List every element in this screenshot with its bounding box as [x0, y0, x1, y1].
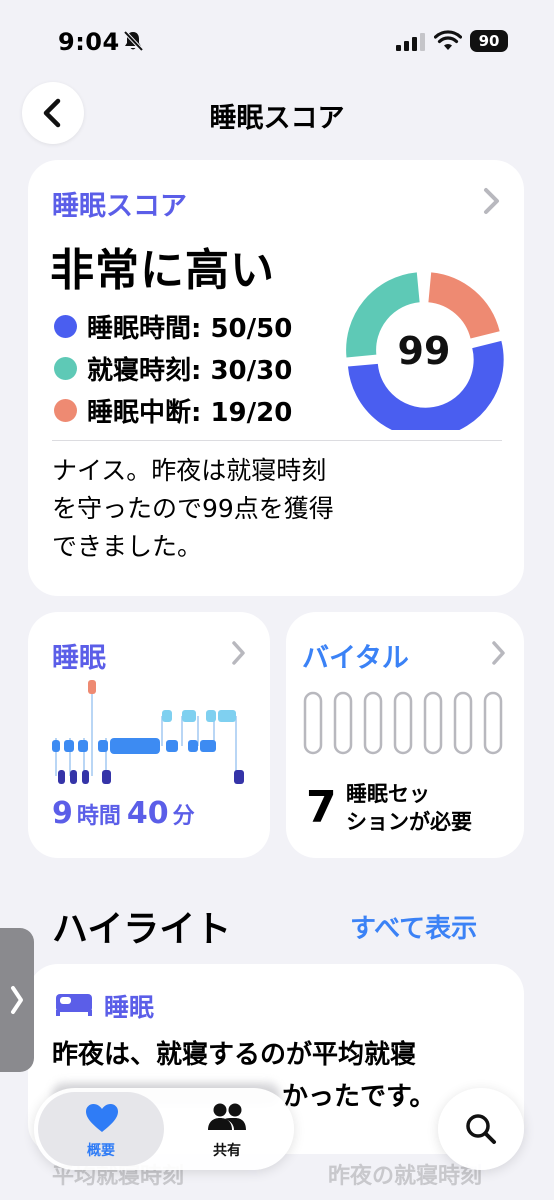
search-icon: [466, 1114, 496, 1144]
highlight-card-title: 睡眠: [104, 993, 155, 1022]
note-line: 睡眠セッ: [346, 782, 430, 806]
score-rating: 非常に高い: [50, 245, 275, 296]
legend-dot: [54, 357, 77, 380]
sleep-duration: 9 時間 40 分: [52, 796, 195, 831]
message-line: を守ったので99点を獲得: [52, 494, 334, 523]
message-line: ナイス。昨夜は就寝時刻: [52, 456, 327, 485]
score-message: ナイス。昨夜は就寝時刻 を守ったので99点を獲得 できました。: [52, 452, 432, 566]
highlights-title: ハイライト: [52, 909, 232, 950]
stage-rem-bar: [182, 710, 196, 722]
stage-core-bar: [188, 740, 198, 752]
chevron-right-icon: [484, 188, 499, 214]
legend-label: 睡眠時間: 50/50: [87, 314, 293, 344]
tab-summary[interactable]: 概要: [38, 1092, 164, 1166]
legend-sleep-duration: 睡眠時間: 50/50: [54, 308, 292, 345]
page-title: 睡眠スコア: [209, 103, 345, 134]
side-handle[interactable]: [0, 928, 34, 1072]
sleep-stages-chart: [52, 680, 244, 784]
stage-rem-bar: [218, 710, 236, 722]
stage-core-bar: [64, 740, 74, 752]
tab-bar: 概要 共有: [34, 1088, 294, 1170]
duration-minutes-unit: 分: [172, 804, 195, 829]
bed-icon: [56, 994, 92, 1016]
stage-deep-bar: [58, 770, 65, 784]
legend-label: 就寝時刻: 30/30: [87, 356, 293, 386]
legend-interruptions: 睡眠中断: 19/20: [54, 392, 292, 429]
stage-awake-bar: [88, 680, 96, 694]
silent-bell-icon: [123, 30, 144, 52]
search-button[interactable]: [438, 1088, 524, 1170]
stage-rem-bar: [206, 710, 216, 722]
status-time: 9:04: [58, 28, 120, 56]
chevron-right-icon: [492, 641, 505, 665]
legend-dot: [54, 399, 77, 422]
score-divider: [52, 440, 502, 441]
stage-core-bar: [52, 740, 60, 752]
tab-summary-label: 概要: [87, 1143, 115, 1159]
stage-core-bar: [110, 738, 160, 754]
highlight-line2-visible: かったです。: [282, 1082, 436, 1112]
stage-core-bar: [78, 740, 88, 752]
people-icon: [208, 1103, 246, 1130]
ring-segment-interruptions: [427, 272, 500, 340]
heart-icon: [86, 1104, 118, 1132]
vitals-sessions-count: 7: [306, 782, 337, 833]
note-line: ションが必要: [346, 810, 472, 834]
stage-core-bar: [200, 740, 216, 752]
duration-minutes: 40: [126, 796, 169, 831]
legend-dot: [54, 315, 77, 338]
stage-deep-bar: [234, 770, 244, 784]
duration-hours: 9: [52, 796, 73, 831]
cellular-signal-icon: [396, 33, 425, 51]
vitals-placeholder-bars: [303, 691, 503, 755]
chevron-right-icon: [11, 986, 23, 1014]
legend-label: 睡眠中断: 19/20: [87, 398, 293, 428]
score-value: 99: [398, 329, 451, 373]
duration-hours-unit: 時間: [76, 804, 121, 829]
sleep-card-title: 睡眠: [52, 643, 106, 674]
vitals-card-title: バイタル: [302, 643, 409, 674]
stage-core-bar: [98, 740, 108, 752]
stage-core-bar: [166, 740, 178, 752]
tab-sharing-label: 共有: [213, 1143, 241, 1159]
message-line: できました。: [52, 532, 203, 561]
stage-deep-bar: [102, 770, 111, 784]
stage-rem-bar: [162, 710, 172, 722]
score-ring-chart: 99: [346, 272, 504, 430]
stage-deep-bar: [70, 770, 77, 784]
battery-indicator: 90: [470, 30, 508, 52]
tab-sharing[interactable]: 共有: [164, 1092, 290, 1166]
stage-deep-bar: [82, 770, 89, 784]
show-all-link[interactable]: すべて表示: [350, 908, 477, 945]
wifi-icon: [434, 30, 462, 50]
score-card-title: 睡眠スコア: [52, 191, 187, 222]
legend-bedtime: 就寝時刻: 30/30: [54, 350, 292, 387]
highlight-text-line1: 昨夜は、就寝するのが平均就寝: [52, 1040, 417, 1070]
chevron-right-icon: [232, 641, 245, 665]
vitals-sessions-note: 睡眠セッ ションが必要: [346, 780, 472, 836]
